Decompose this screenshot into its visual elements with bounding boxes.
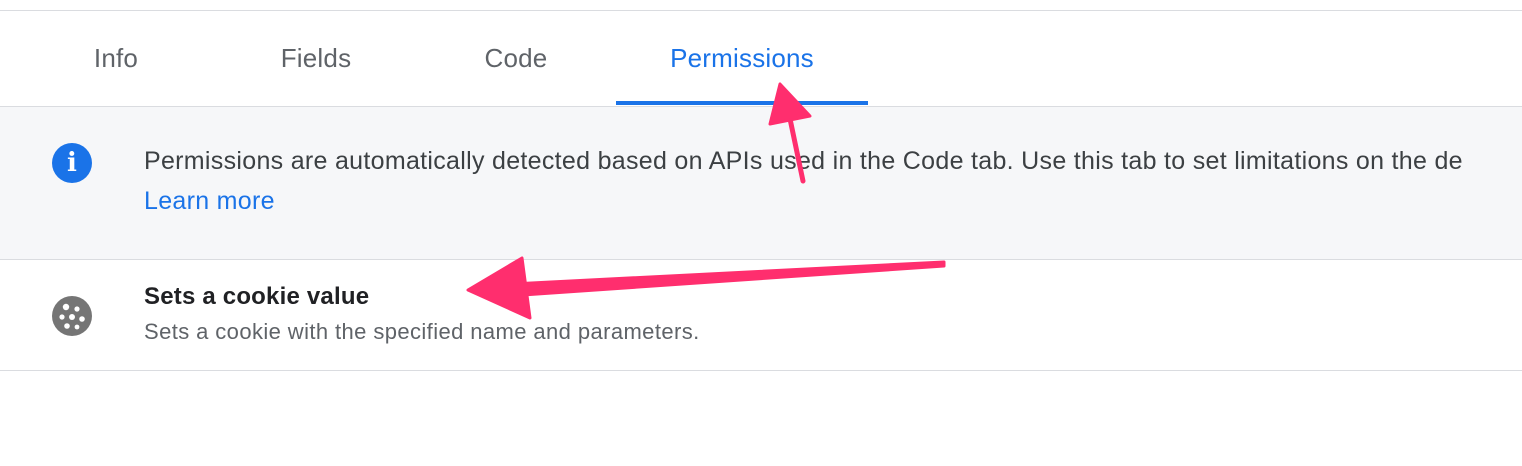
info-banner: i Permissions are automatically detected… [0, 107, 1522, 259]
cookie-icon [52, 296, 92, 336]
permission-item[interactable]: Sets a cookie value Sets a cookie with t… [0, 260, 1522, 370]
tab-permissions[interactable]: Permissions [616, 11, 868, 106]
tab-fields[interactable]: Fields [228, 11, 404, 106]
tab-info[interactable]: Info [32, 11, 200, 106]
permission-description: Sets a cookie with the specified name an… [144, 319, 700, 344]
tab-bar: Info Fields Code Permissions [0, 11, 1522, 106]
learn-more-link[interactable]: Learn more [144, 187, 275, 216]
row-divider [0, 370, 1522, 371]
template-editor-panel: Info Fields Code Permissions i Permissio… [0, 0, 1522, 466]
active-tab-indicator [616, 101, 868, 105]
info-banner-message: Permissions are automatically detected b… [144, 147, 1463, 175]
tab-code[interactable]: Code [432, 11, 600, 106]
info-icon: i [52, 143, 92, 183]
permission-title: Sets a cookie value [144, 283, 370, 310]
